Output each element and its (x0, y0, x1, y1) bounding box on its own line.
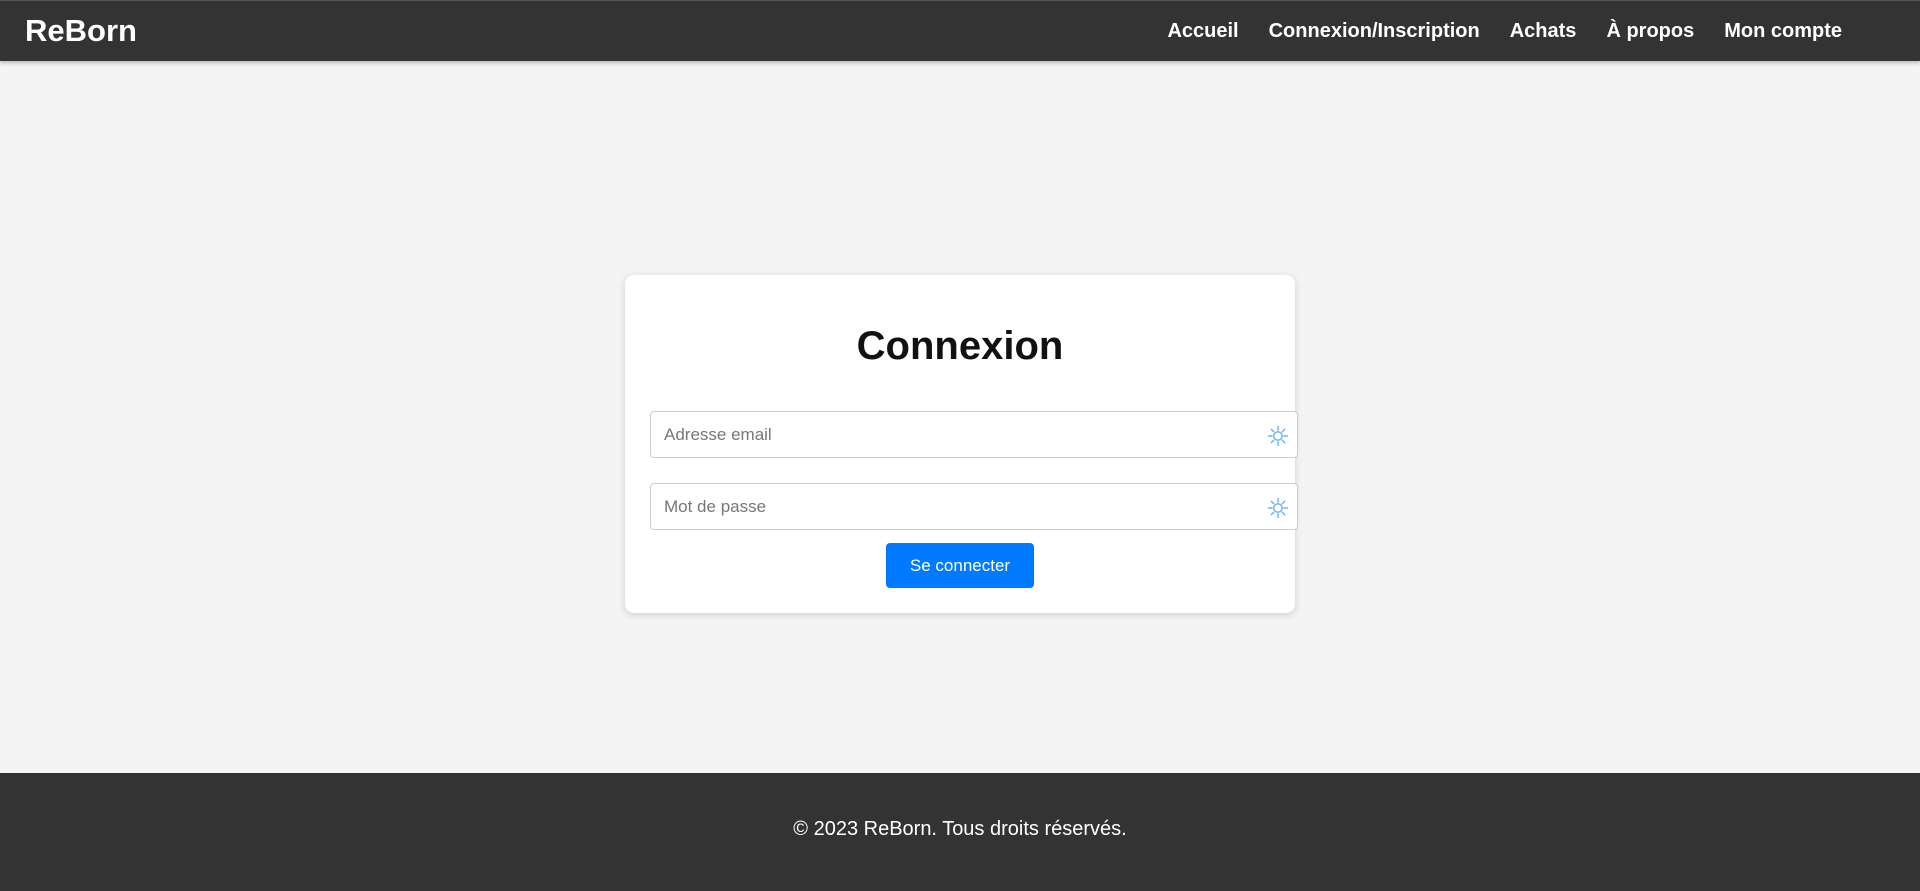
footer-copyright: © 2023 ReBorn. Tous droits réservés. (793, 818, 1127, 840)
password-manager-icon[interactable] (1267, 497, 1289, 519)
password-input[interactable] (651, 484, 1297, 529)
brand-logo[interactable]: ReBorn (25, 13, 137, 49)
email-input[interactable] (651, 412, 1297, 457)
login-card: Connexion Adresse email Se connecter (625, 275, 1298, 613)
top-navbar: ReBorn Accueil Connexion/Inscription Ach… (0, 0, 1920, 61)
nav-link-mon-compte[interactable]: Mon compte (1724, 20, 1842, 43)
nav-link-connexion-inscription[interactable]: Connexion/Inscription (1269, 20, 1480, 43)
login-submit-button[interactable]: Se connecter (886, 543, 1034, 588)
email-field-wrapper (650, 411, 1298, 458)
password-manager-icon[interactable] (1267, 425, 1289, 447)
nav-link-achats[interactable]: Achats (1510, 20, 1577, 43)
main-nav: Accueil Connexion/Inscription Achats À p… (1167, 1, 1842, 62)
password-field-wrapper (650, 483, 1298, 530)
nav-link-accueil[interactable]: Accueil (1167, 20, 1238, 43)
page-footer: © 2023 ReBorn. Tous droits réservés. (0, 773, 1920, 891)
login-title: Connexion (856, 324, 1064, 368)
nav-link-a-propos[interactable]: À propos (1606, 20, 1694, 43)
